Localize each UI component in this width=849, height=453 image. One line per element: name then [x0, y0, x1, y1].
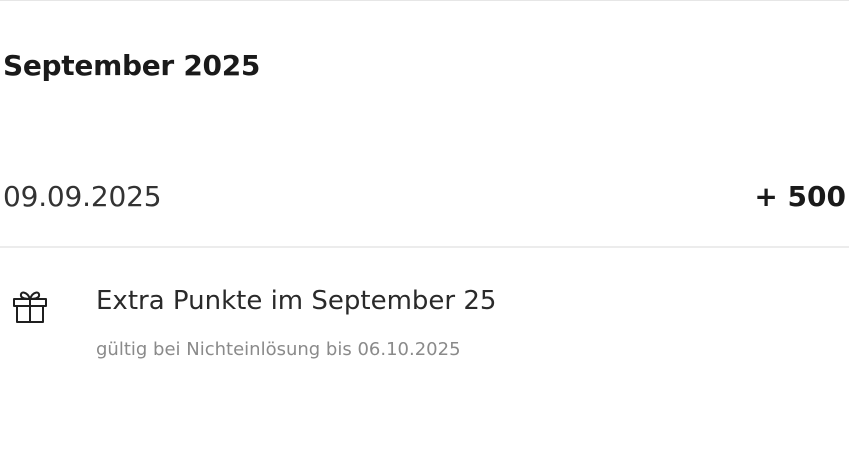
- points-history-page: September 2025 09.09.2025 + 500 Extra Pu…: [0, 0, 849, 453]
- entry-divider: [0, 246, 849, 248]
- detail-title: Extra Punkte im September 25: [96, 286, 497, 316]
- entry-detail: Extra Punkte im September 25 gültig bei …: [0, 280, 849, 370]
- month-heading: September 2025: [3, 49, 261, 82]
- points-entry-row[interactable]: 09.09.2025 + 500: [0, 176, 849, 220]
- gift-icon: [10, 285, 50, 325]
- entry-date: 09.09.2025: [3, 180, 162, 213]
- top-divider: [0, 0, 849, 1]
- entry-points: + 500: [754, 180, 846, 213]
- detail-validity: gültig bei Nichteinlösung bis 06.10.2025: [96, 339, 461, 360]
